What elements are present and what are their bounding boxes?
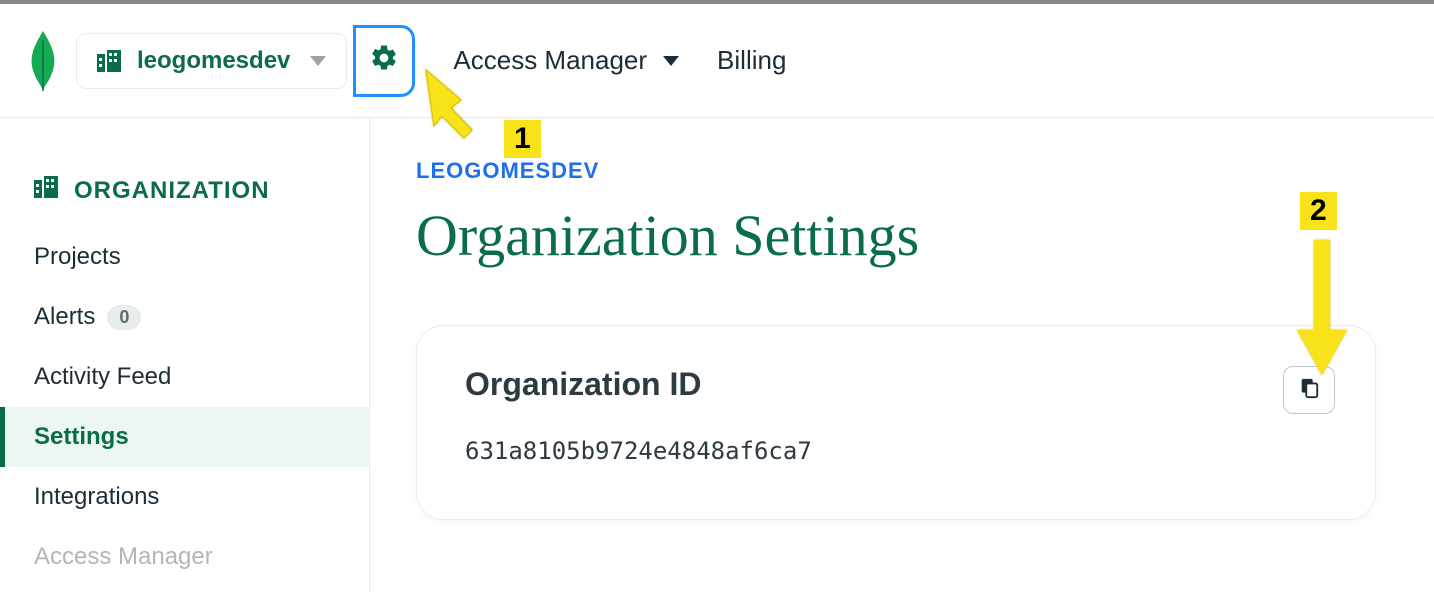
gear-icon <box>369 43 399 78</box>
sidebar-item-label: Integrations <box>34 483 159 511</box>
org-id-card: Organization ID 631a8105b9724e4848af6ca7 <box>416 325 1376 520</box>
sidebar-item-label: Alerts <box>34 303 95 331</box>
sidebar-item-settings[interactable]: Settings <box>0 407 369 467</box>
breadcrumb-label: LEOGOMESDEV <box>416 158 599 183</box>
sidebar-item-label: Access Manager <box>34 543 213 571</box>
nav-access-manager[interactable]: Access Manager <box>453 45 679 76</box>
mongodb-leaf-icon <box>28 31 58 91</box>
sidebar: ORGANIZATION Projects Alerts 0 Activity … <box>0 118 370 592</box>
copy-org-id-button[interactable] <box>1283 366 1335 414</box>
breadcrumb[interactable]: LEOGOMESDEV <box>416 158 1434 184</box>
copy-icon <box>1298 377 1320 404</box>
org-selector-dropdown[interactable]: leogomesdev <box>76 33 347 89</box>
sidebar-item-activity-feed[interactable]: Activity Feed <box>0 347 369 407</box>
chevron-down-icon <box>310 56 326 66</box>
nav-access-manager-label: Access Manager <box>453 45 647 76</box>
sidebar-item-projects[interactable]: Projects <box>0 227 369 287</box>
sidebar-item-label: Activity Feed <box>34 363 171 391</box>
sidebar-item-integrations[interactable]: Integrations <box>0 467 369 527</box>
sidebar-item-label: Settings <box>34 423 129 451</box>
org-settings-gear-button[interactable] <box>353 25 415 97</box>
org-icon <box>97 50 123 72</box>
card-title: Organization ID <box>465 366 1327 403</box>
sidebar-item-label: Projects <box>34 243 121 271</box>
main-content: LEOGOMESDEV Organization Settings Organi… <box>370 118 1434 592</box>
org-selector-label: leogomesdev <box>137 47 290 75</box>
org-id-value: 631a8105b9724e4848af6ca7 <box>465 437 1327 465</box>
page-title: Organization Settings <box>416 202 1434 269</box>
sidebar-item-alerts[interactable]: Alerts 0 <box>0 287 369 347</box>
chevron-down-icon <box>663 56 679 66</box>
nav-billing-label: Billing <box>717 45 786 76</box>
sidebar-header: ORGANIZATION <box>0 176 369 227</box>
sidebar-header-label: ORGANIZATION <box>74 177 270 205</box>
org-icon <box>34 176 60 205</box>
alerts-count-badge: 0 <box>107 305 141 330</box>
topbar: leogomesdev Access Manager Billing <box>0 4 1434 118</box>
nav-billing[interactable]: Billing <box>717 45 786 76</box>
sidebar-item-access-manager[interactable]: Access Manager <box>0 527 369 587</box>
